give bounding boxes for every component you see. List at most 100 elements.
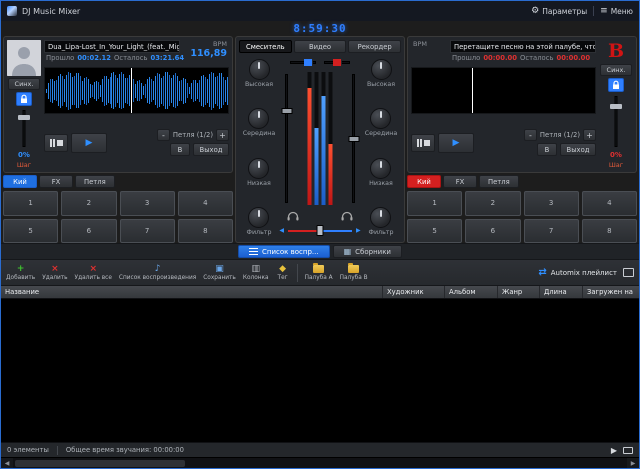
deck-a-pad[interactable]: 2: [61, 191, 117, 216]
deck-a-pitch-slider[interactable]: [7, 108, 41, 149]
deck-a-sync-button[interactable]: Синх.: [8, 78, 40, 90]
filter-knob-a[interactable]: [248, 206, 270, 228]
eq-high-knob-b[interactable]: [370, 59, 392, 80]
deck-b-pad[interactable]: 3: [523, 191, 579, 216]
deck-a-pad[interactable]: 4: [177, 191, 233, 216]
headphones-b-icon[interactable]: [341, 211, 353, 221]
preview-play-icon[interactable]: ▶: [611, 446, 617, 455]
deck-a-fx-tab[interactable]: FX: [39, 175, 73, 188]
deck-a-cue-tab[interactable]: Кий: [3, 175, 37, 188]
pitch-handle[interactable]: [18, 115, 30, 121]
deck-a-pad[interactable]: 6: [61, 218, 117, 243]
deck-b-loop-plus-button[interactable]: +: [583, 129, 596, 141]
scrollbar-track[interactable]: [13, 458, 627, 468]
deck-a-play-button[interactable]: ▶: [71, 132, 107, 153]
remove-all-button[interactable]: × Удалить все: [75, 264, 112, 281]
deck-a-pad[interactable]: 7: [119, 218, 175, 243]
deck-b-sync-button[interactable]: Синх.: [600, 64, 632, 76]
deck-b-keylock-button[interactable]: [608, 78, 624, 92]
deck-b-loop-in-button[interactable]: В: [537, 143, 557, 156]
deck-b-loop-minus-button[interactable]: -: [523, 129, 537, 141]
fader-handle-a[interactable]: [281, 108, 292, 115]
eq-mid-knob-b[interactable]: [370, 108, 392, 130]
deck-b-pad[interactable]: 4: [581, 191, 637, 216]
channel-fader-a[interactable]: [281, 74, 292, 203]
crossfader-track[interactable]: [288, 224, 352, 236]
tab-video[interactable]: Видео: [293, 40, 347, 53]
deck-a-waveform[interactable]: [44, 67, 229, 114]
crossfader[interactable]: ◀ ▶: [278, 222, 362, 238]
menu-button[interactable]: ≡ Меню: [600, 6, 633, 16]
deck-b-pad[interactable]: 8: [581, 218, 637, 243]
eq-low-knob-b[interactable]: [370, 157, 392, 179]
remove-button[interactable]: × Удалить: [42, 264, 67, 281]
deck-a-pad[interactable]: 1: [3, 191, 59, 216]
horizontal-scrollbar[interactable]: ◀ ▶: [1, 457, 639, 468]
column-header-loaded[interactable]: Загружен на: [583, 286, 639, 298]
add-button[interactable]: + Добавить: [6, 264, 35, 281]
deck-b-pad[interactable]: 6: [465, 218, 521, 243]
deck-a-pad[interactable]: 8: [177, 218, 233, 243]
deck-b-pitch-slider[interactable]: [599, 94, 633, 149]
crossfader-left-icon[interactable]: ◀: [279, 227, 284, 234]
playlist-body[interactable]: [1, 299, 639, 442]
tab-mixer[interactable]: Смеситель: [239, 40, 292, 53]
scrollbar-thumb[interactable]: [15, 459, 185, 467]
monitor-icon[interactable]: [623, 446, 633, 454]
deck-a-track-title: Dua_Lipa-Lost_In_Your_Light_(feat._Migue…: [44, 40, 180, 53]
deck-b-pad[interactable]: 7: [523, 218, 579, 243]
filter-knob-b[interactable]: [370, 206, 392, 228]
folder-b-icon: [348, 263, 360, 273]
deck-b-cue-tab[interactable]: Кий: [407, 175, 441, 188]
automix-button[interactable]: ⇄ Automix плейлист: [538, 267, 617, 278]
deck-b-pause-stop-button[interactable]: [411, 133, 435, 152]
tab-collections[interactable]: ▦ Сборники: [332, 245, 402, 258]
tab-recorder[interactable]: Рекордер: [348, 40, 402, 53]
column-header-title[interactable]: Название: [1, 286, 383, 298]
deck-a-loop-in-button[interactable]: В: [170, 143, 190, 156]
column-header-genre[interactable]: Жанр: [498, 286, 540, 298]
column-header-artist[interactable]: Художник: [383, 286, 445, 298]
channel-fader-b[interactable]: [348, 74, 359, 203]
scroll-left-icon[interactable]: ◀: [1, 460, 13, 467]
deck-a-pause-stop-button[interactable]: [44, 133, 68, 152]
deck-a-loop-out-button[interactable]: Выход: [193, 143, 229, 156]
eq-low-knob-a[interactable]: [248, 157, 270, 179]
gain-trim-a[interactable]: [290, 59, 316, 66]
deck-a-keylock-button[interactable]: [16, 92, 32, 106]
fader-handle-b[interactable]: [348, 135, 359, 142]
deck-b-play-button[interactable]: ▶: [438, 132, 474, 153]
crossfader-handle[interactable]: [316, 224, 324, 236]
playlist-button[interactable]: ♪ Список воспроизведения: [119, 264, 196, 281]
settings-button[interactable]: ⚙ Параметры: [531, 6, 587, 16]
pitch-handle[interactable]: [610, 103, 622, 109]
gain-trim-b[interactable]: [324, 59, 350, 66]
deck-a-loop-minus-button[interactable]: -: [156, 129, 170, 141]
column-button[interactable]: ▥ Колонка: [243, 264, 269, 281]
deck-a-loop-tab[interactable]: Петля: [75, 175, 115, 188]
edit-playlist-icon[interactable]: [623, 268, 634, 277]
deck-b-loop-tab[interactable]: Петля: [479, 175, 519, 188]
deck-a-loop-plus-button[interactable]: +: [216, 129, 229, 141]
deck-a-pad[interactable]: 5: [3, 218, 59, 243]
column-header-album[interactable]: Альбом: [445, 286, 498, 298]
deck-b-waveform[interactable]: [411, 67, 596, 114]
deck-b-fx-tab[interactable]: FX: [443, 175, 477, 188]
crossfader-right-icon[interactable]: ▶: [356, 227, 361, 234]
load-deck-a-button[interactable]: Палуба A: [305, 263, 333, 281]
column-header-length[interactable]: Длина: [540, 286, 583, 298]
load-deck-b-button[interactable]: Палуба B: [340, 263, 368, 281]
tab-playlist[interactable]: Список воспр...: [238, 245, 330, 258]
headphones-a-icon[interactable]: [287, 211, 299, 221]
eq-high-knob-a[interactable]: [248, 59, 270, 80]
deck-b-pad[interactable]: 5: [407, 218, 463, 243]
tag-button[interactable]: ◆ Тег: [276, 264, 290, 281]
deck-b-loop-out-button[interactable]: Выход: [560, 143, 596, 156]
deck-a-pad[interactable]: 3: [119, 191, 175, 216]
lock-icon: [21, 94, 27, 103]
eq-mid-knob-a[interactable]: [248, 108, 270, 130]
save-button[interactable]: ▣ Сохранить: [203, 264, 236, 281]
deck-b-pad[interactable]: 1: [407, 191, 463, 216]
deck-b-pad[interactable]: 2: [465, 191, 521, 216]
scroll-right-icon[interactable]: ▶: [627, 460, 639, 467]
